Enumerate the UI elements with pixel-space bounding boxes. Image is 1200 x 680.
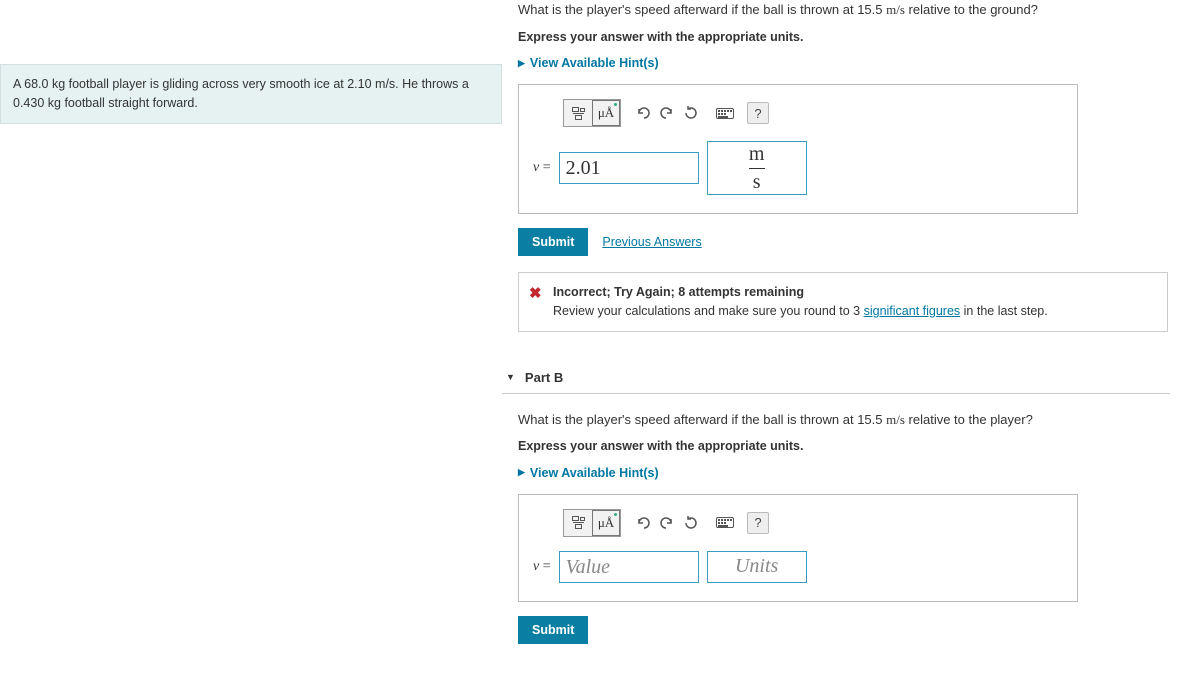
value-input[interactable]: Value: [559, 551, 699, 583]
text: m/s: [886, 2, 905, 17]
text: relative to the player?: [905, 412, 1033, 427]
feedback-heading: Incorrect; Try Again; 8 attempts remaini…: [553, 285, 804, 299]
problem-statement: A 68.0 kg football player is gliding acr…: [0, 64, 502, 124]
units-input[interactable]: m s: [707, 141, 807, 195]
hints-label: View Available Hint(s): [530, 466, 659, 480]
special-chars-button[interactable]: μÅ: [592, 510, 620, 536]
part-a-answer-box: μÅ ? v =: [518, 84, 1078, 214]
text: μÅ: [598, 515, 614, 531]
text: What is the player's speed afterward if …: [518, 412, 886, 427]
view-hints-link-b[interactable]: View Available Hint(s): [518, 466, 659, 480]
caret-down-icon: ▼: [506, 372, 515, 382]
feedback-box: ✖ Incorrect; Try Again; 8 attempts remai…: [518, 272, 1168, 332]
text: m/s: [886, 412, 905, 427]
part-a-question: What is the player's speed afterward if …: [518, 0, 1170, 20]
help-button[interactable]: ?: [747, 512, 769, 534]
keyboard-button[interactable]: [713, 511, 737, 535]
part-b-header[interactable]: ▼ Part B: [502, 362, 1170, 394]
sig-figures-link[interactable]: significant figures: [864, 304, 961, 318]
toolbar: μÅ ?: [563, 509, 1063, 537]
redo-button[interactable]: [655, 511, 679, 535]
hints-label: View Available Hint(s): [530, 56, 659, 70]
units-input[interactable]: Units: [707, 551, 807, 583]
submit-button[interactable]: Submit: [518, 228, 588, 256]
toolbar: μÅ ?: [563, 99, 1063, 127]
undo-button[interactable]: [631, 511, 655, 535]
text: in the last step.: [960, 304, 1048, 318]
part-b-title: Part B: [525, 370, 563, 385]
text: football player is gliding across very s…: [65, 77, 375, 91]
variable-label: v =: [533, 559, 551, 575]
reset-button[interactable]: [679, 101, 703, 125]
part-b-instruction: Express your answer with the appropriate…: [518, 439, 1170, 453]
text: μÅ: [598, 105, 614, 121]
unit-numerator: m: [745, 143, 769, 168]
text: football straight forward.: [61, 96, 198, 110]
view-hints-link[interactable]: View Available Hint(s): [518, 56, 659, 70]
keyboard-button[interactable]: [713, 101, 737, 125]
undo-button[interactable]: [631, 101, 655, 125]
text: Review your calculations and make sure y…: [553, 304, 864, 318]
special-chars-button[interactable]: μÅ: [592, 100, 620, 126]
templates-button[interactable]: [564, 100, 592, 126]
text: A 68.0: [13, 77, 52, 91]
submit-button-b[interactable]: Submit: [518, 616, 588, 644]
reset-button[interactable]: [679, 511, 703, 535]
unit-denominator: s: [749, 168, 765, 194]
templates-button[interactable]: [564, 510, 592, 536]
text: relative to the ground?: [905, 2, 1038, 17]
incorrect-icon: ✖: [529, 283, 542, 306]
text: kg: [48, 96, 61, 110]
previous-answers-link[interactable]: Previous Answers: [602, 235, 701, 249]
value-input[interactable]: [559, 152, 699, 184]
text: kg: [52, 77, 65, 91]
part-a-instruction: Express your answer with the appropriate…: [518, 30, 1170, 44]
redo-button[interactable]: [655, 101, 679, 125]
help-button[interactable]: ?: [747, 102, 769, 124]
text: What is the player's speed afterward if …: [518, 2, 886, 17]
variable-label: v =: [533, 160, 551, 176]
part-b-answer-box: μÅ ? v =: [518, 494, 1078, 602]
text: m/s: [375, 77, 395, 91]
part-b-question: What is the player's speed afterward if …: [518, 410, 1170, 430]
